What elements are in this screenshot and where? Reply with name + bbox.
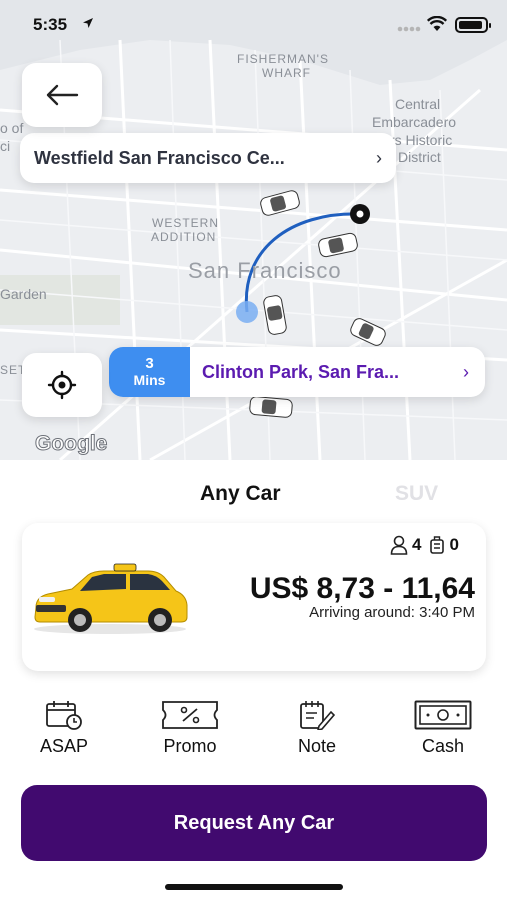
eta-unit: Mins — [133, 372, 166, 388]
option-note[interactable]: Note — [267, 700, 367, 757]
tab-any-car[interactable]: Any Car — [200, 482, 281, 506]
map-label-district: District — [398, 149, 441, 165]
pickup-location-field[interactable]: Westfield San Francisco Ce... › — [20, 133, 396, 183]
tab-suv[interactable]: SUV — [395, 482, 438, 506]
taxi-car-image — [34, 563, 188, 634]
capacity-info: 4 0 — [390, 535, 459, 555]
price-range: US$ 8,73 - 11,64 — [249, 572, 475, 605]
battery-icon — [455, 17, 491, 33]
cash-icon — [414, 700, 472, 730]
my-location-button[interactable] — [22, 353, 102, 417]
option-note-label: Note — [297, 736, 337, 756]
eta-badge: 3 Mins — [109, 347, 190, 397]
passenger-count: 4 — [412, 535, 422, 554]
arrow-left-icon — [46, 84, 79, 106]
option-cash-label: Cash — [421, 736, 465, 756]
map-label-left-2: ci — [0, 138, 11, 154]
calendar-clock-icon — [46, 701, 82, 730]
signal-icon — [397, 26, 421, 32]
eta-number: 3 — [145, 355, 154, 372]
map-label-wharf: WHARF — [262, 66, 311, 80]
luggage-count: 0 — [449, 535, 459, 554]
map-label-left-1: o of — [0, 120, 24, 136]
map-label-western: WESTERN — [152, 216, 219, 230]
option-asap[interactable]: ASAP — [14, 700, 114, 757]
map-label-fishermans: FISHERMAN'S — [237, 52, 329, 66]
option-asap-label: ASAP — [39, 736, 89, 756]
map-label-central: Central — [395, 96, 441, 112]
option-cash[interactable]: Cash — [393, 700, 493, 757]
option-promo-label: Promo — [163, 736, 217, 756]
chevron-right-icon: › — [463, 361, 469, 382]
wifi-icon — [427, 16, 447, 31]
destination-field[interactable]: 3 Mins Clinton Park, San Fra... › — [109, 347, 485, 397]
luggage-icon — [430, 536, 445, 554]
map-label-embarcadero: Embarcadero — [372, 114, 457, 130]
map-label-city: San Francisco — [188, 258, 342, 283]
home-indicator[interactable] — [165, 884, 343, 890]
status-bar: 5:35 — [0, 0, 507, 50]
coupon-icon — [162, 701, 218, 729]
request-ride-button[interactable]: Request Any Car — [21, 785, 487, 861]
option-promo[interactable]: Promo — [140, 700, 240, 757]
location-arrow-icon — [83, 18, 93, 28]
note-icon — [300, 701, 336, 730]
map-label-addition: ADDITION — [151, 230, 217, 244]
back-button[interactable] — [22, 63, 102, 127]
chevron-right-icon: › — [376, 147, 382, 168]
destination-text: Clinton Park, San Fra... — [202, 361, 400, 382]
map-label-garden: Garden — [0, 286, 47, 302]
pickup-location-text: Westfield San Francisco Ce... — [34, 147, 285, 168]
map-label-historic: rs Historic — [390, 132, 453, 148]
arrival-time: Arriving around: 3:40 PM — [309, 604, 475, 621]
passenger-icon — [390, 535, 408, 555]
crosshair-icon — [47, 370, 77, 400]
status-time: 5:35 — [33, 15, 68, 34]
google-logo: Google — [34, 432, 108, 456]
